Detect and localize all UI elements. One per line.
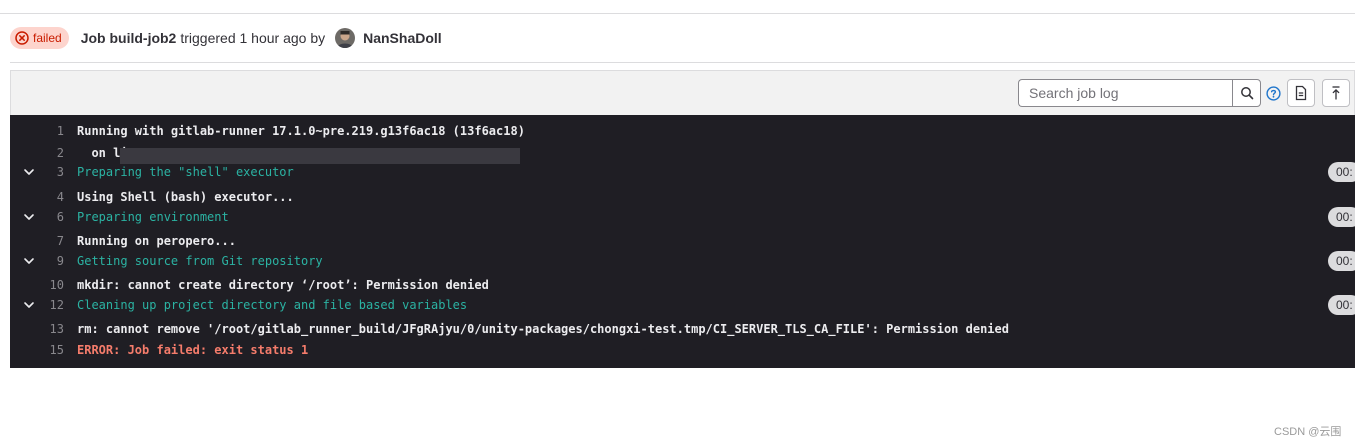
triggered-text: triggered 1 hour ago by bbox=[180, 30, 326, 46]
status-badge-label: failed bbox=[33, 31, 62, 45]
job-log: 1 Running with gitlab-runner 17.1.0~pre.… bbox=[10, 115, 1355, 368]
chevron-down-icon[interactable] bbox=[22, 298, 36, 312]
log-text: rm: cannot remove '/root/gitlab_runner_b… bbox=[77, 322, 1009, 336]
log-text: ERROR: Job failed: exit status 1 bbox=[77, 343, 309, 357]
failed-x-icon bbox=[15, 31, 29, 45]
job-header: failed Job build-job2 triggered 1 hour a… bbox=[10, 26, 442, 50]
job-summary: Job build-job2 triggered 1 hour ago by N… bbox=[81, 28, 442, 48]
log-section-header[interactable]: 9 Getting source from Git repository 00: bbox=[10, 250, 1355, 272]
log-line: 4 Using Shell (bash) executor... bbox=[10, 186, 1355, 208]
job-name: Job build-job2 bbox=[80, 30, 177, 46]
line-number[interactable]: 12 bbox=[38, 298, 64, 312]
chevron-down-icon[interactable] bbox=[22, 254, 36, 268]
log-text: Preparing the "shell" executor bbox=[77, 165, 294, 179]
line-number[interactable]: 6 bbox=[38, 210, 64, 224]
line-number[interactable]: 7 bbox=[38, 234, 64, 248]
log-line: 13 rm: cannot remove '/root/gitlab_runne… bbox=[10, 318, 1355, 340]
section-duration: 00: bbox=[1328, 162, 1355, 182]
log-line: 7 Running on peropero... bbox=[10, 230, 1355, 252]
log-text: Cleaning up project directory and file b… bbox=[77, 298, 468, 312]
job-log-toolbar bbox=[10, 70, 1355, 115]
log-text: Preparing environment bbox=[77, 210, 229, 224]
author-name[interactable]: NanShaDoll bbox=[363, 30, 442, 46]
log-text: Running with gitlab-runner 17.1.0~pre.21… bbox=[77, 124, 525, 138]
log-text: mkdir: cannot create directory ‘/root’: … bbox=[77, 278, 489, 292]
chevron-down-icon[interactable] bbox=[22, 165, 36, 179]
line-number[interactable]: 13 bbox=[38, 322, 64, 336]
scroll-up-icon bbox=[1332, 86, 1340, 100]
line-number[interactable]: 2 bbox=[38, 146, 64, 160]
scroll-to-top-button[interactable] bbox=[1322, 79, 1350, 107]
search-box bbox=[1018, 79, 1261, 107]
log-section-header[interactable]: 6 Preparing environment 00: bbox=[10, 206, 1355, 228]
log-section-header[interactable]: 3 Preparing the "shell" executor 00: bbox=[10, 161, 1355, 183]
status-badge[interactable]: failed bbox=[10, 27, 69, 49]
log-text: Running on peropero... bbox=[77, 234, 236, 248]
section-duration: 00: bbox=[1328, 251, 1355, 271]
line-number[interactable]: 10 bbox=[38, 278, 64, 292]
line-number[interactable]: 9 bbox=[38, 254, 64, 268]
log-text: Getting source from Git repository bbox=[77, 254, 323, 268]
log-line: 10 mkdir: cannot create directory ‘/root… bbox=[10, 274, 1355, 296]
log-text: Using Shell (bash) executor... bbox=[77, 190, 294, 204]
show-raw-log-button[interactable] bbox=[1287, 79, 1315, 107]
line-number[interactable]: 15 bbox=[38, 343, 64, 357]
log-error-line: 15 ERROR: Job failed: exit status 1 bbox=[10, 339, 1355, 361]
line-number[interactable]: 4 bbox=[38, 190, 64, 204]
line-number[interactable]: 1 bbox=[38, 124, 64, 138]
document-icon bbox=[1295, 85, 1307, 101]
line-number[interactable]: 3 bbox=[38, 165, 64, 179]
search-icon bbox=[1240, 87, 1253, 100]
header-divider bbox=[10, 62, 1355, 63]
search-button[interactable] bbox=[1232, 79, 1261, 107]
section-duration: 00: bbox=[1328, 295, 1355, 315]
log-section-header[interactable]: 12 Cleaning up project directory and fil… bbox=[10, 294, 1355, 316]
help-icon[interactable] bbox=[1266, 86, 1281, 101]
section-duration: 00: bbox=[1328, 207, 1355, 227]
chevron-down-icon[interactable] bbox=[22, 210, 36, 224]
watermark: CSDN @云围 bbox=[1274, 426, 1342, 438]
avatar[interactable] bbox=[335, 28, 356, 48]
top-divider bbox=[0, 13, 1355, 14]
search-job-log-input[interactable] bbox=[1018, 79, 1232, 107]
log-line: 1 Running with gitlab-runner 17.1.0~pre.… bbox=[10, 120, 1355, 142]
